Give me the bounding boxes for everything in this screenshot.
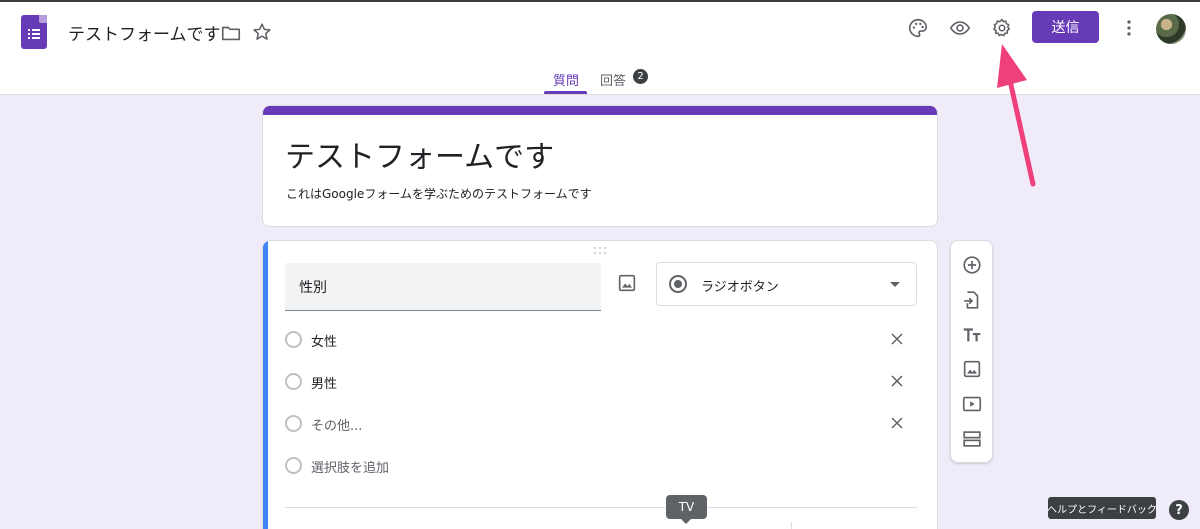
list-item[interactable]: 男性 (285, 367, 915, 397)
question-card[interactable]: 性別 ラジオボタン 女性 男性 その他... 選択肢を追加 (262, 240, 938, 529)
add-image-icon[interactable] (616, 272, 638, 294)
palette-icon[interactable] (906, 16, 930, 40)
window-top-border (0, 0, 1200, 2)
option-label[interactable]: 女性 (311, 331, 337, 350)
responses-count-badge: 2 (633, 69, 648, 84)
help-feedback-button[interactable]: ヘルプとフィードバック (1047, 497, 1157, 519)
add-image-icon[interactable] (961, 358, 983, 380)
preview-eye-icon[interactable] (948, 16, 972, 40)
add-option-row[interactable]: 選択肢を追加 (285, 451, 915, 481)
question-type-label: ラジオボタン (701, 280, 779, 295)
send-button[interactable]: 送信 (1032, 11, 1099, 43)
question-title-input[interactable]: 性別 (285, 263, 601, 311)
chevron-down-icon (890, 282, 900, 287)
tab-responses[interactable]: 回答 (600, 70, 626, 89)
settings-gear-icon[interactable] (990, 16, 1014, 40)
add-question-icon[interactable] (961, 254, 983, 276)
active-card-accent (263, 241, 268, 529)
radio-circle-icon (285, 457, 302, 474)
avatar[interactable] (1156, 14, 1186, 44)
add-option-label[interactable]: 選択肢を追加 (311, 457, 389, 476)
toolbar-divider (791, 522, 792, 529)
copy-icon[interactable] (710, 522, 722, 529)
form-title[interactable]: テストフォームです (285, 132, 554, 176)
add-video-icon[interactable] (961, 393, 983, 415)
drag-handle-icon[interactable] (594, 247, 608, 255)
card-divider (285, 507, 917, 508)
close-icon[interactable] (887, 371, 907, 391)
forms-logo-icon[interactable] (21, 15, 47, 49)
folder-icon[interactable] (219, 21, 243, 45)
add-section-icon[interactable] (961, 428, 983, 450)
document-title[interactable]: テストフォームです (68, 20, 221, 45)
delete-icon[interactable] (748, 522, 762, 529)
close-icon[interactable] (887, 413, 907, 433)
theme-band (263, 106, 937, 115)
form-description[interactable]: これはGoogleフォームを学ぶためのテストフォームです (286, 185, 592, 202)
radio-circle-icon (285, 373, 302, 390)
option-label[interactable]: 男性 (311, 373, 337, 392)
side-toolbar (950, 240, 993, 463)
radio-button-icon (669, 275, 687, 293)
close-icon[interactable] (887, 329, 907, 349)
question-type-select[interactable]: ラジオボタン (656, 262, 917, 306)
active-tab-indicator (544, 91, 587, 94)
radio-circle-icon (285, 331, 302, 348)
list-item[interactable]: 女性 (285, 325, 915, 355)
import-questions-icon[interactable] (961, 289, 983, 311)
form-title-card[interactable]: テストフォームです これはGoogleフォームを学ぶためのテストフォームです (262, 105, 938, 227)
required-toggle[interactable] (858, 522, 874, 529)
add-title-icon[interactable] (961, 324, 983, 346)
more-vert-icon[interactable] (1117, 16, 1141, 40)
tooltip: TV (666, 495, 707, 524)
help-icon[interactable]: ? (1169, 500, 1189, 520)
option-label[interactable]: その他... (311, 415, 362, 434)
annotation-arrow-icon (997, 44, 1036, 187)
list-item[interactable]: その他... (285, 409, 915, 439)
tab-questions[interactable]: 質問 (553, 70, 579, 89)
star-icon[interactable] (250, 20, 274, 44)
radio-circle-icon (285, 415, 302, 432)
